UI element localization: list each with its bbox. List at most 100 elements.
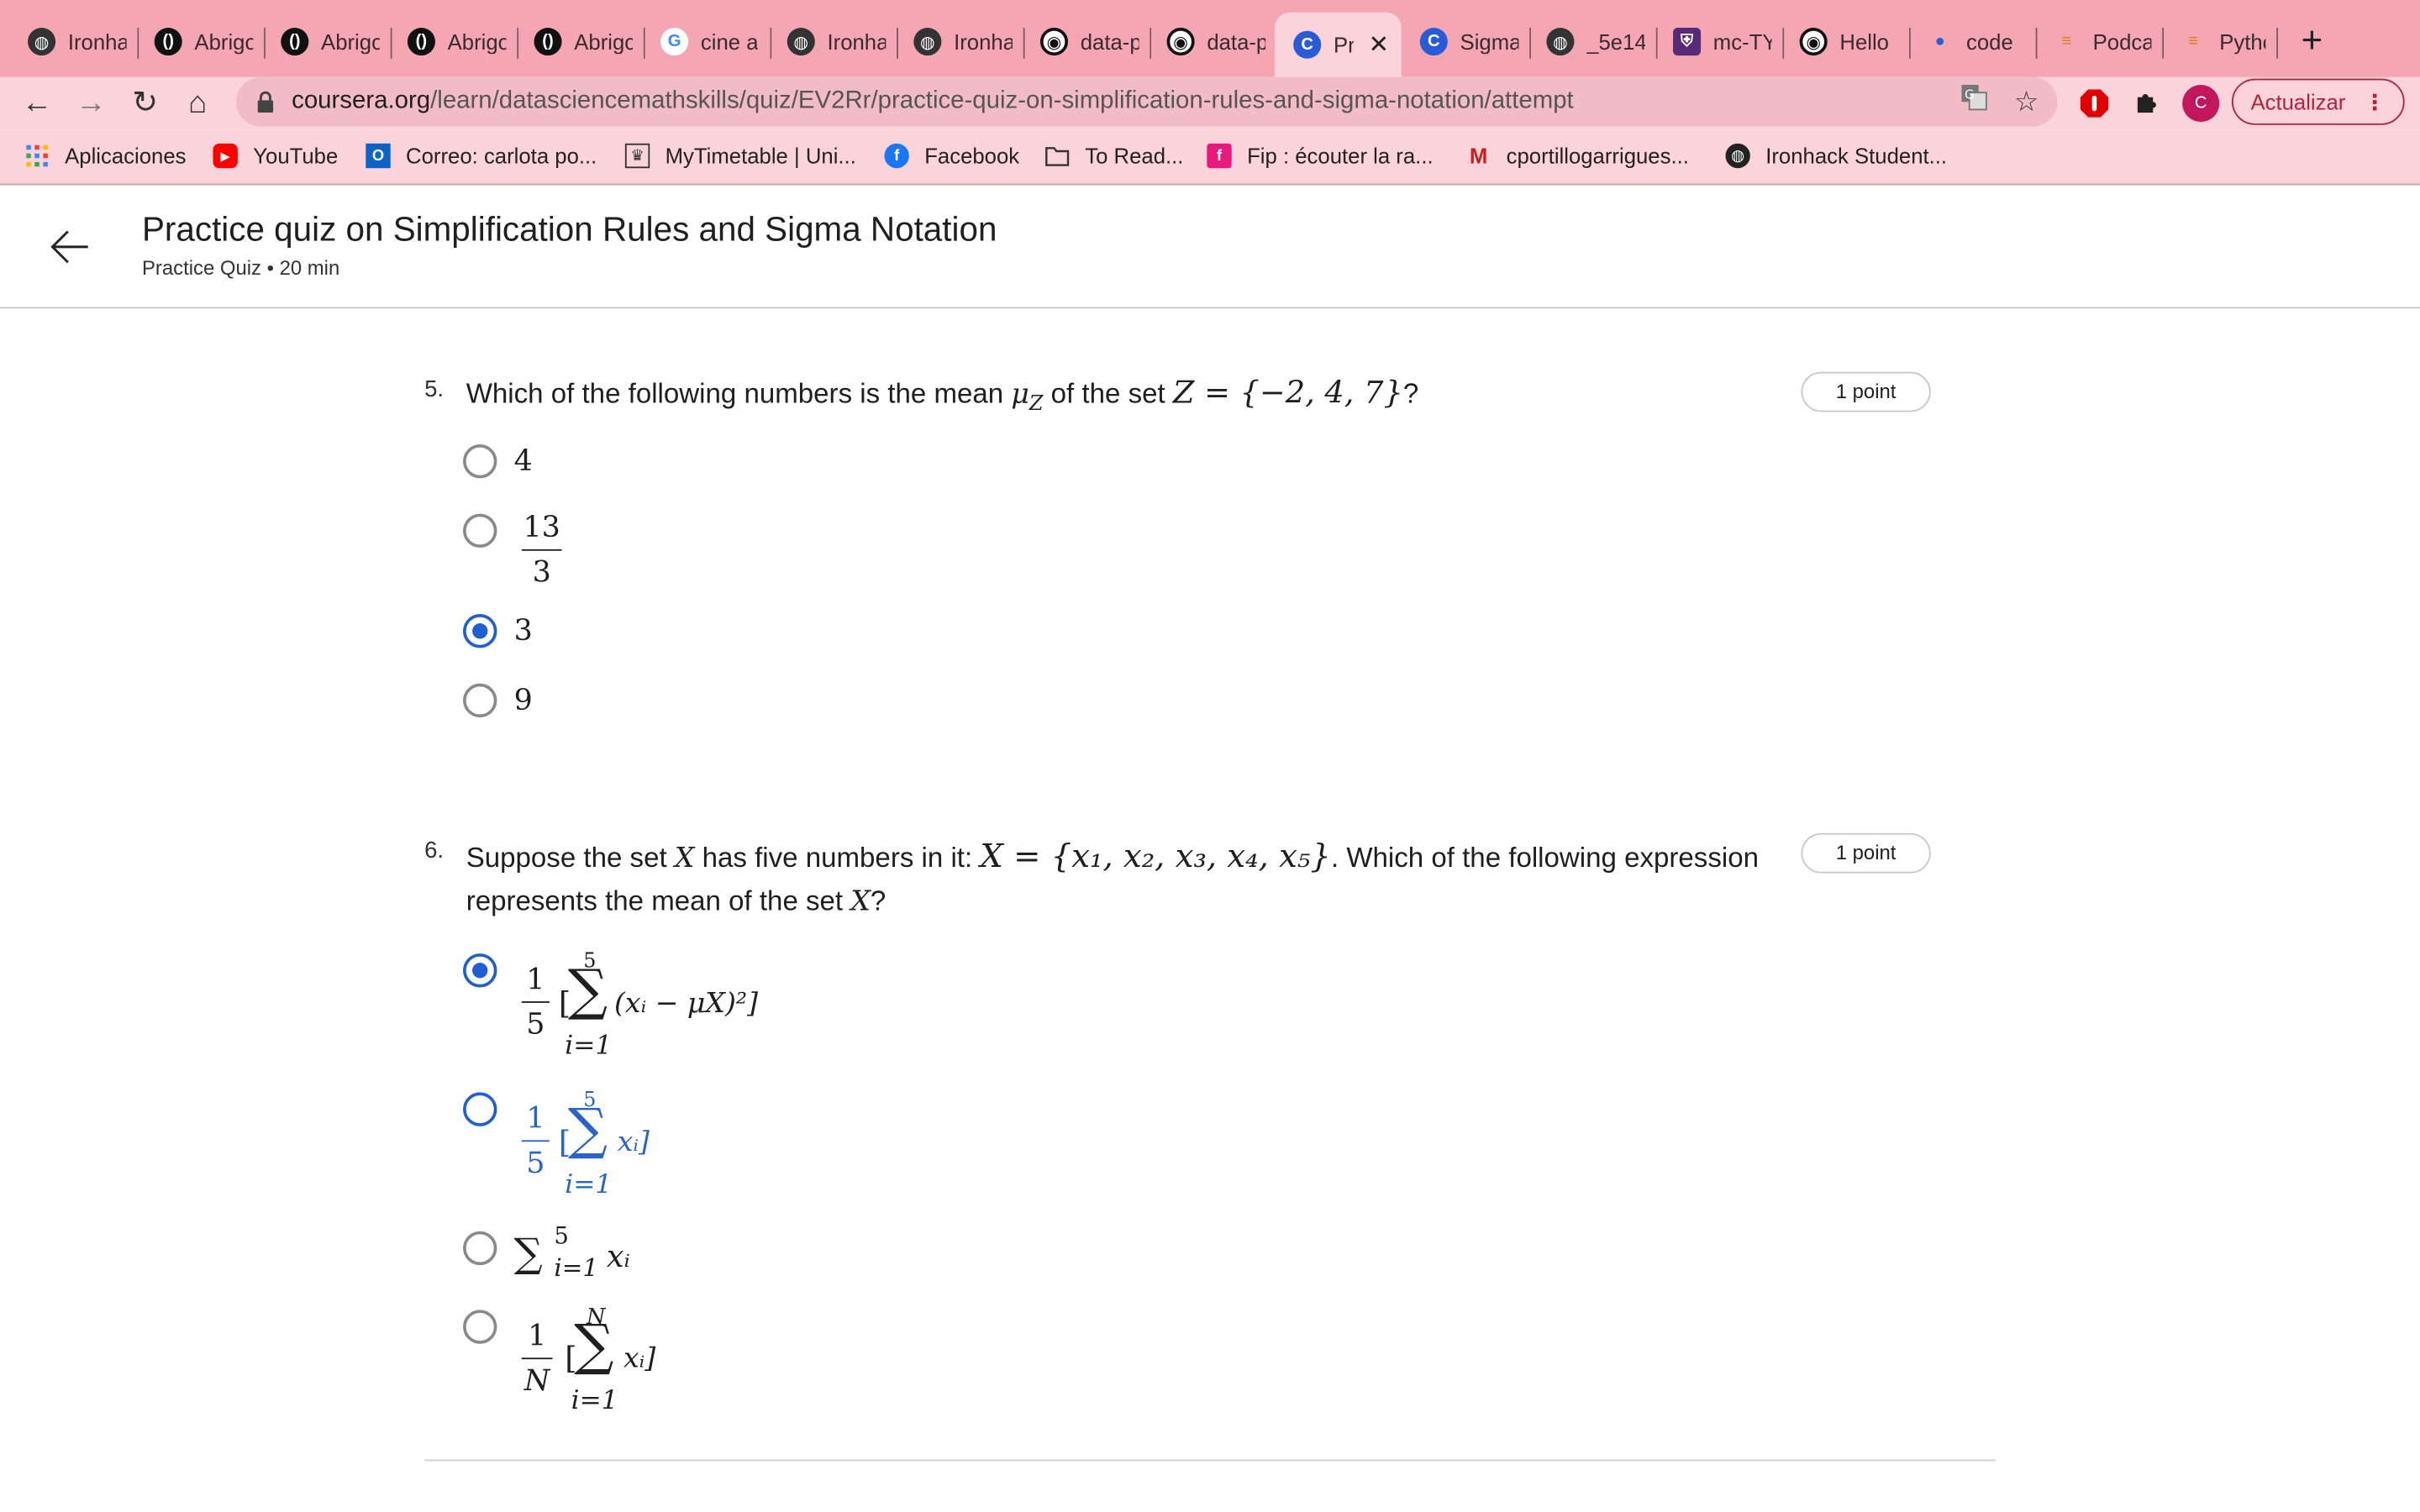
bookmark-item[interactable]: O Correo: carlota po... <box>366 143 597 169</box>
section-divider <box>424 1459 1996 1462</box>
tab[interactable]: ⛨ mc-TY <box>1655 15 1785 67</box>
tab[interactable]: ◉ data-p <box>1149 15 1278 67</box>
question-text-line2: represents the mean of the set X? <box>466 885 886 918</box>
bookmark-item[interactable]: ♛ MyTimetable | Uni... <box>624 143 856 169</box>
sigma-expression: [ 5 ∑ i=1 (xᵢ − μX)²] <box>558 950 759 1062</box>
fip-icon: f <box>1207 143 1232 169</box>
folder-icon <box>1044 144 1070 168</box>
home-icon[interactable]: ⌂ <box>176 81 218 124</box>
answer-radio-selected[interactable] <box>463 614 497 648</box>
tab[interactable]: ◍ _5e14 <box>1528 15 1658 67</box>
reload-icon[interactable]: ↻ <box>124 81 166 124</box>
answer-radio[interactable] <box>463 444 497 479</box>
tab[interactable]: () Abrigo <box>515 15 645 67</box>
bookmark-star-icon[interactable]: ☆ <box>2008 83 2045 120</box>
tab[interactable]: ◍ Ironha <box>769 15 898 67</box>
lock-icon <box>255 90 276 114</box>
globe-icon: ◍ <box>786 28 815 56</box>
new-tab-button[interactable]: + <box>2293 18 2330 65</box>
url-text: coursera.org/learn/datasciencemathskills… <box>292 87 1574 114</box>
bookmark-item[interactable]: f Fip : écouter la ra... <box>1207 143 1434 169</box>
answer-label: 3 <box>513 614 533 648</box>
globe-icon: ◍ <box>1546 28 1575 56</box>
tab[interactable]: ◉ data-p <box>1022 15 1152 67</box>
apps-grid-icon <box>24 144 49 168</box>
bookmark-item[interactable]: To Read... <box>1044 144 1183 168</box>
adblock-icon[interactable] <box>2075 85 2112 122</box>
tab[interactable]: ≡ Podca <box>2034 15 2165 67</box>
back-arrow-icon[interactable] <box>46 223 92 270</box>
browser-toolbar: ← → ↻ ⌂ coursera.org/learn/datasciencema… <box>0 76 2420 130</box>
gmail-icon: M <box>1469 143 1488 169</box>
question-text: Suppose the set X has five numbers in it… <box>466 837 1759 875</box>
answer-radio-selected[interactable] <box>463 953 497 988</box>
tab-strip: ◍ Ironha () Abrigo () Abrigo () Abrigo () Abr… <box>0 0 2420 77</box>
browser-window: ◍ Ironha () Abrigo () Abrigo () Abrigo () Abr… <box>0 0 2420 1512</box>
globe-icon: ◍ <box>28 28 56 56</box>
quiz-subtitle: Practice Quiz • 20 min <box>141 255 340 280</box>
bookmark-item[interactable]: ◍ Ironhack Student... <box>1725 143 1947 169</box>
menu-dots-icon[interactable]: ⋮ <box>2364 89 2386 115</box>
bookmarks-bar: Aplicaciones ▶ YouTube O Correo: carlota p… <box>0 129 2420 186</box>
points-badge: 1 point <box>1801 371 1931 412</box>
question-number: 6. <box>424 837 445 864</box>
tab[interactable]: Gcine a <box>642 15 772 67</box>
github-icon: ◉ <box>1799 28 1828 56</box>
bookmark-item[interactable]: f Facebook <box>884 143 1019 169</box>
tab[interactable]: ◉ Hello <box>1781 15 1911 67</box>
update-button[interactable]: Actualizar ⋮ <box>2231 78 2405 125</box>
globe-icon: ◍ <box>913 28 942 56</box>
shield-icon: ⛨ <box>1673 28 1702 56</box>
close-icon[interactable]: ✕ <box>1368 29 1389 60</box>
tab[interactable]: ◍ Ironha <box>9 15 139 67</box>
sigma-expression: [ 5 ∑ i=1 xᵢ] <box>558 1089 650 1200</box>
bookmark-item[interactable]: ▶ YouTube <box>213 143 338 169</box>
answer-fraction: 1N <box>521 1319 553 1398</box>
answer-radio[interactable] <box>463 1092 497 1126</box>
tab[interactable]: ● code <box>1907 15 2038 67</box>
sigma-expression: ∑ 5 i=1 xᵢ <box>513 1221 630 1283</box>
question-text: Which of the following numbers is the me… <box>466 373 1419 417</box>
tab[interactable]: ≡Pytho <box>2160 15 2279 67</box>
stack-icon: ≡ <box>2061 32 2072 51</box>
globe-icon: ◍ <box>1725 143 1750 169</box>
answer-label: 4 <box>513 444 533 479</box>
question-number: 5. <box>424 376 445 403</box>
answer-label: 9 <box>513 683 533 718</box>
coursera-icon: C <box>1293 30 1322 59</box>
circle-logo-icon: () <box>407 28 435 56</box>
stack-icon: ≡ <box>2188 32 2198 51</box>
outlook-icon: O <box>366 143 391 169</box>
circle-logo-icon: () <box>281 28 309 56</box>
tab[interactable]: () Abrigo <box>262 15 392 67</box>
coursera-icon: C <box>1419 28 1448 56</box>
tab[interactable]: C Sigma <box>1402 15 1532 67</box>
forward-icon[interactable]: → <box>70 81 113 124</box>
tab-active[interactable]: CPra✕ <box>1275 12 1402 77</box>
github-icon: ◉ <box>1039 28 1069 56</box>
profile-avatar[interactable]: C <box>2182 85 2220 123</box>
bookmark-item[interactable]: Mcportillogarrigues... <box>1466 144 1689 168</box>
bookmark-item[interactable]: Aplicaciones <box>24 144 187 168</box>
answer-radio[interactable] <box>463 683 497 718</box>
sigma-expression: [ N ∑ i=1 xᵢ] <box>565 1305 656 1417</box>
extensions-puzzle-icon[interactable] <box>2128 85 2165 122</box>
answer-radio[interactable] <box>463 1310 497 1344</box>
github-icon: ◉ <box>1166 28 1195 56</box>
circle-logo-icon: () <box>534 28 562 56</box>
tab[interactable]: () Abrigo <box>136 15 266 67</box>
answer-radio[interactable] <box>463 1231 497 1266</box>
quiz-title: Practice quiz on Simplification Rules an… <box>141 209 997 249</box>
answer-radio[interactable] <box>463 513 497 549</box>
tab[interactable]: () Abrigo <box>389 15 519 67</box>
answer-fraction: 15 <box>521 1101 550 1180</box>
address-bar[interactable]: coursera.org/learn/datasciencemathskills… <box>236 76 2058 127</box>
youtube-icon: ▶ <box>213 143 238 169</box>
translate-icon[interactable]: G <box>1955 83 1992 120</box>
quiz-header: Practice quiz on Simplification Rules an… <box>0 186 2420 309</box>
tab[interactable]: ◍ Ironha <box>895 15 1025 67</box>
back-icon[interactable]: ← <box>15 81 58 124</box>
circle-logo-icon: () <box>154 28 182 56</box>
svg-text:G: G <box>1965 88 1974 102</box>
answer-fraction: 15 <box>521 963 550 1042</box>
